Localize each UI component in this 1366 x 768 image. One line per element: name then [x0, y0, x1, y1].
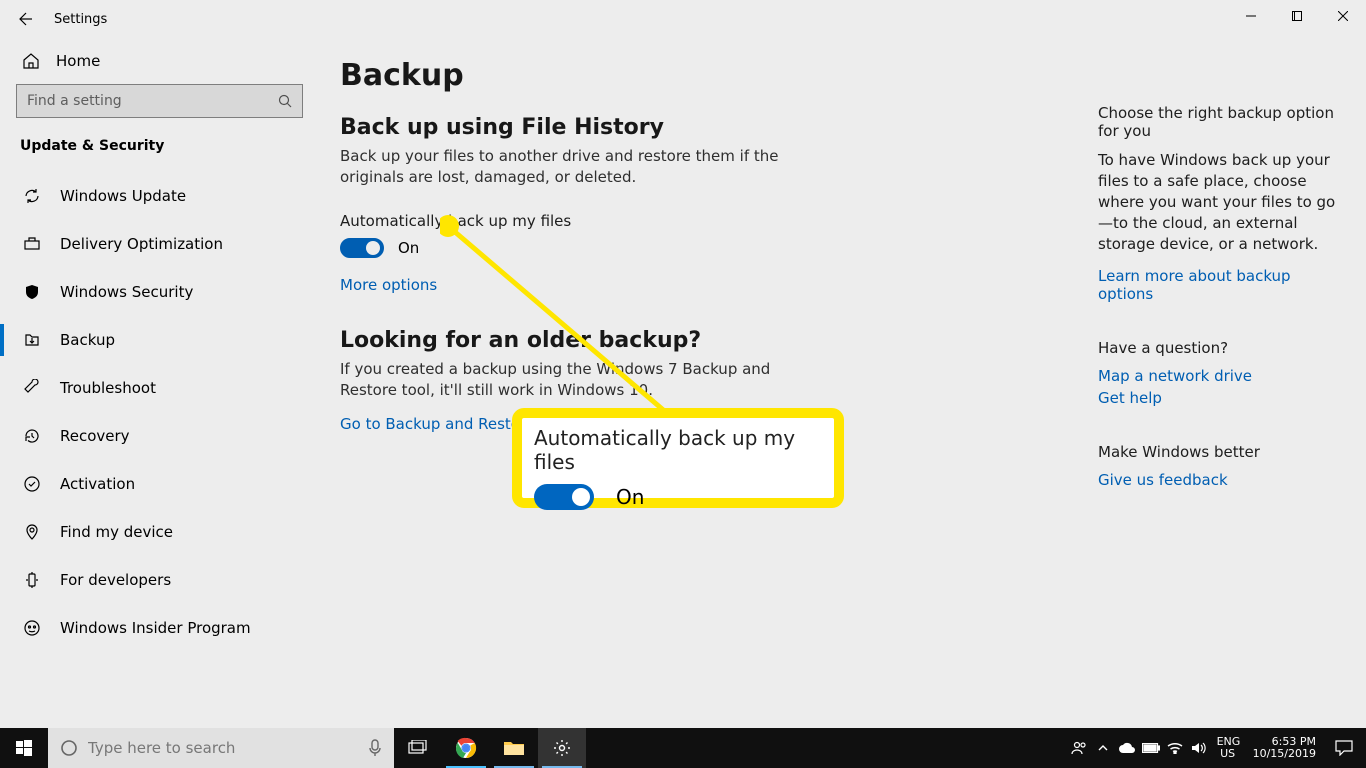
minimize-button[interactable] — [1228, 0, 1274, 32]
taskbar-app-chrome[interactable] — [442, 728, 490, 768]
tray-overflow-icon[interactable] — [1091, 728, 1115, 768]
developer-icon — [22, 570, 42, 590]
sidebar-item-windows-update[interactable]: Windows Update — [0, 172, 319, 220]
sidebar-item-find-my-device[interactable]: Find my device — [0, 508, 319, 556]
back-button[interactable] — [0, 0, 48, 38]
callout-highlight: Automatically back up my files On — [512, 408, 844, 508]
history-icon — [22, 426, 42, 446]
right-better-heading: Make Windows better — [1098, 443, 1340, 461]
maximize-button[interactable] — [1274, 0, 1320, 32]
tray-language[interactable]: ENGUS — [1211, 736, 1245, 760]
backup-icon — [22, 330, 42, 350]
get-help-link[interactable]: Get help — [1098, 389, 1340, 407]
sidebar-item-label: Backup — [60, 331, 115, 349]
chrome-icon — [455, 737, 477, 759]
callout-state: On — [616, 485, 644, 509]
tray-wifi-icon[interactable] — [1163, 728, 1187, 768]
sidebar-item-troubleshoot[interactable]: Troubleshoot — [0, 364, 319, 412]
sidebar: Home Update & Security Windows Update De… — [0, 38, 320, 728]
sidebar-item-label: Troubleshoot — [60, 379, 156, 397]
sidebar-item-insider[interactable]: Windows Insider Program — [0, 604, 319, 652]
task-view-icon — [408, 740, 428, 756]
close-icon — [1338, 11, 1348, 21]
wrench-icon — [22, 378, 42, 398]
sidebar-item-label: Activation — [60, 475, 135, 493]
taskbar-app-settings[interactable] — [538, 728, 586, 768]
auto-backup-state: On — [398, 239, 419, 257]
taskbar: ENGUS 6:53 PM10/15/2019 — [0, 728, 1366, 768]
tray-action-center[interactable] — [1324, 740, 1364, 756]
sidebar-home-label: Home — [56, 52, 100, 70]
delivery-icon — [22, 234, 42, 254]
task-view-button[interactable] — [394, 728, 442, 768]
sidebar-item-label: Windows Update — [60, 187, 186, 205]
sidebar-item-backup[interactable]: Backup — [0, 316, 319, 364]
taskbar-search[interactable] — [48, 728, 394, 768]
tray-people-icon[interactable] — [1067, 728, 1091, 768]
start-button[interactable] — [0, 728, 48, 768]
tray-volume-icon[interactable] — [1187, 728, 1211, 768]
titlebar: Settings — [0, 0, 1366, 38]
more-options-link[interactable]: More options — [340, 276, 437, 294]
arrow-left-icon — [16, 11, 32, 27]
give-feedback-link[interactable]: Give us feedback — [1098, 471, 1340, 489]
sidebar-item-for-developers[interactable]: For developers — [0, 556, 319, 604]
notification-icon — [1335, 740, 1353, 756]
sidebar-home[interactable]: Home — [0, 38, 319, 84]
find-setting-search[interactable] — [16, 84, 303, 118]
home-icon — [22, 52, 40, 70]
map-network-drive-link[interactable]: Map a network drive — [1098, 367, 1340, 385]
sidebar-item-activation[interactable]: Activation — [0, 460, 319, 508]
page-title: Backup — [340, 58, 1346, 93]
mic-icon — [368, 739, 382, 757]
taskbar-search-input[interactable] — [88, 739, 358, 757]
sync-icon — [22, 186, 42, 206]
tray-clock[interactable]: 6:53 PM10/15/2019 — [1245, 736, 1324, 760]
window-controls — [1228, 0, 1366, 32]
file-history-body: Back up your files to another drive and … — [340, 146, 790, 188]
system-tray: ENGUS 6:53 PM10/15/2019 — [1067, 728, 1366, 768]
location-icon — [22, 522, 42, 542]
folder-icon — [503, 739, 525, 757]
cortana-icon — [60, 739, 78, 757]
learn-backup-options-link[interactable]: Learn more about backup options — [1098, 267, 1340, 303]
sidebar-item-label: Windows Insider Program — [60, 619, 251, 637]
right-question-heading: Have a question? — [1098, 339, 1340, 357]
close-button[interactable] — [1320, 0, 1366, 32]
taskbar-app-explorer[interactable] — [490, 728, 538, 768]
callout-toggle — [534, 484, 594, 510]
insider-icon — [22, 618, 42, 638]
sidebar-item-label: Delivery Optimization — [60, 235, 223, 253]
sidebar-item-label: Windows Security — [60, 283, 193, 301]
window-title: Settings — [48, 12, 107, 27]
sidebar-nav: Windows Update Delivery Optimization Win… — [0, 172, 319, 652]
right-column: Choose the right backup option for you T… — [1098, 104, 1340, 525]
sidebar-item-label: Find my device — [60, 523, 173, 541]
search-icon — [278, 94, 292, 108]
sidebar-item-label: Recovery — [60, 427, 130, 445]
maximize-icon — [1292, 11, 1302, 21]
sidebar-item-recovery[interactable]: Recovery — [0, 412, 319, 460]
sidebar-item-windows-security[interactable]: Windows Security — [0, 268, 319, 316]
find-setting-input[interactable] — [27, 93, 278, 109]
gear-icon — [553, 739, 571, 757]
tray-battery-icon[interactable] — [1139, 728, 1163, 768]
windows-icon — [16, 740, 32, 756]
right-opt-body: To have Windows back up your files to a … — [1098, 150, 1340, 255]
settings-window: Settings Home — [0, 0, 1366, 728]
sidebar-item-label: For developers — [60, 571, 171, 589]
minimize-icon — [1246, 11, 1256, 21]
shield-icon — [22, 282, 42, 302]
auto-backup-toggle[interactable] — [340, 238, 384, 258]
sidebar-section-header: Update & Security — [0, 118, 319, 168]
callout-label: Automatically back up my files — [534, 426, 826, 474]
right-opt-heading: Choose the right backup option for you — [1098, 104, 1340, 140]
older-backup-body: If you created a backup using the Window… — [340, 359, 790, 401]
check-circle-icon — [22, 474, 42, 494]
tray-onedrive-icon[interactable] — [1115, 728, 1139, 768]
sidebar-item-delivery-optimization[interactable]: Delivery Optimization — [0, 220, 319, 268]
